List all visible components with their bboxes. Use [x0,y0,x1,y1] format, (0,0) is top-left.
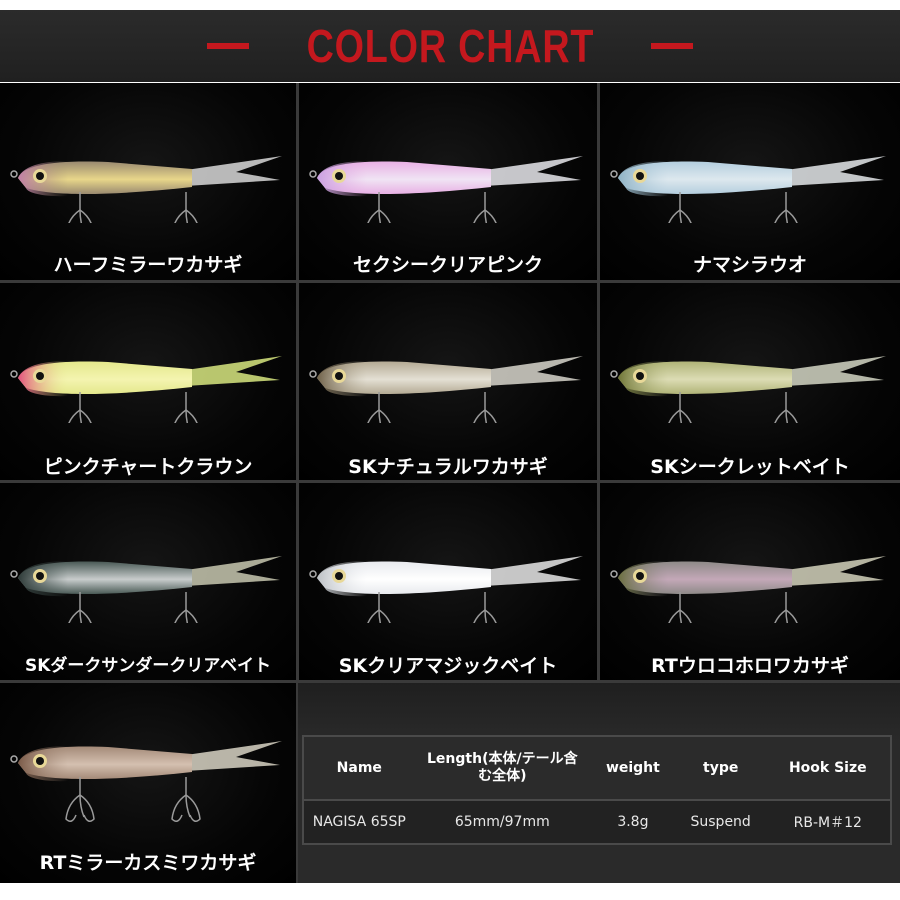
lure-image [10,356,282,423]
color-card[interactable]: ナマシラウオ [600,83,900,280]
color-card[interactable]: ピンクチャートクラウン [0,283,296,480]
color-name: SKダークサンダークリアベイト [24,656,272,676]
lure-shape [309,556,583,623]
color-card[interactable]: SKクリアマジックベイト [299,483,597,680]
lure-image [10,556,282,623]
color-card[interactable]: SKナチュラルワカサギ [299,283,597,480]
spec-header-weight: weight [590,736,676,800]
spec-cell-name: NAGISA 65SP [303,799,415,844]
color-name: ピンクチャートクラウン [43,456,253,478]
lure-image [10,156,282,223]
lure-image [309,156,583,223]
table-row: NAGISA 65SP 65mm/97mm 3.8g Suspend RB-M＃… [303,799,891,844]
color-card[interactable]: RTウロコホロワカサギ [600,483,900,680]
color-name: ハーフミラーワカサギ [53,254,243,276]
page-title: COLOR CHART [306,20,594,72]
color-card[interactable]: SKダークサンダークリアベイト [0,483,296,680]
color-card[interactable]: RTミラーカスミワカサギ [0,683,296,883]
lure-shape [10,556,282,623]
color-card[interactable]: SKシークレットベイト [600,283,900,480]
color-card[interactable]: ハーフミラーワカサギ [0,83,296,280]
lure-shape [610,356,886,423]
color-card[interactable]: セクシークリアピンク [299,83,597,280]
spec-header-hook-size: Hook Size [765,736,891,800]
spec-header-name: Name [303,736,415,800]
spec-header-row: Name Length(本体/テール含む全体) weight type Hook… [303,736,891,800]
color-name: RTウロコホロワカサギ [651,655,849,677]
spec-cell-length: 65mm/97mm [414,799,591,844]
lure-image [610,156,886,223]
spec-cell-type: Suspend [675,799,766,844]
color-name: SKナチュラルワカサギ [348,456,548,478]
lure-image [610,356,886,423]
color-name: SKシークレットベイト [650,456,850,478]
lure-shape [10,356,282,423]
lure-shape [10,156,282,223]
spec-panel: Name Length(本体/テール含む全体) weight type Hook… [298,683,900,883]
lure-shape [610,556,886,623]
color-name: ナマシラウオ [692,254,807,276]
lure-image [309,356,583,423]
spec-cell-hook-size: RB-M＃12 [765,799,891,844]
header-dash-left [206,43,249,49]
color-name: RTミラーカスミワカサギ [39,852,257,874]
spec-header-length: Length(本体/テール含む全体) [414,736,591,800]
lure-shape [10,741,282,822]
color-name: セクシークリアピンク [352,254,543,276]
header-dash-right [651,43,694,49]
lure-shape [309,356,583,423]
spec-header-type: type [675,736,766,800]
color-chart-header: COLOR CHART [0,10,900,82]
lure-image [610,556,886,623]
lure-shape [610,156,886,223]
color-name: SKクリアマジックベイト [338,655,558,677]
spec-table: Name Length(本体/テール含む全体) weight type Hook… [302,735,892,845]
spec-cell-weight: 3.8g [590,799,676,844]
lure-image [10,741,282,822]
lure-image [309,556,583,623]
lure-shape [309,156,583,223]
